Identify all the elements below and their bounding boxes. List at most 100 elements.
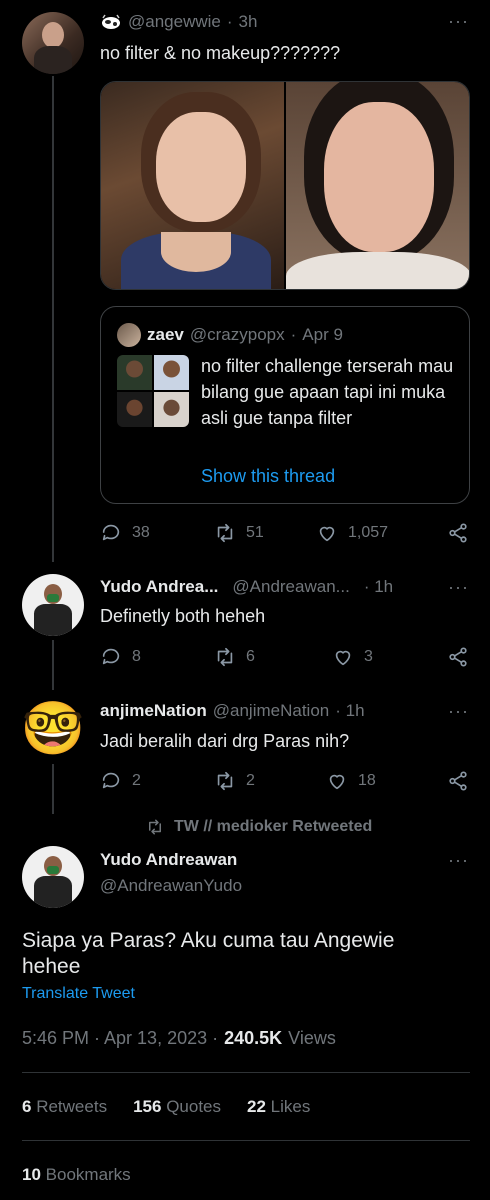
quotes-label: Quotes	[166, 1097, 221, 1116]
like-button[interactable]: 3	[332, 646, 373, 668]
share-button[interactable]	[447, 522, 469, 544]
main-timestamp[interactable]: 5:46 PM · Apr 13, 2023 ·	[22, 1028, 218, 1049]
reply-count: 8	[132, 648, 141, 665]
share-icon	[449, 523, 467, 543]
retweets-label: Retweets	[36, 1097, 108, 1116]
reply2-handle[interactable]: @anjimeNation	[213, 701, 329, 721]
retweeted-by-label: TW // medioker Retweeted	[174, 818, 373, 835]
like-count: 1,057	[348, 524, 389, 541]
reply1-handle[interactable]: @Andreawan...	[232, 577, 349, 597]
more-icon[interactable]: ···	[448, 851, 469, 869]
avatar-angewwie[interactable]	[22, 12, 84, 74]
share-button[interactable]	[447, 646, 469, 668]
heart-icon	[329, 774, 345, 790]
main-handle[interactable]: @AndreawanYudo	[100, 876, 242, 896]
reply1-time[interactable]: · 1h	[364, 577, 393, 597]
quote-name: zaev	[147, 325, 184, 344]
reply-button[interactable]: 38	[100, 522, 150, 544]
quote-date: Apr 9	[302, 325, 343, 344]
reply-button[interactable]: 2	[100, 770, 141, 792]
likes-label: Likes	[270, 1097, 311, 1116]
quote-avatar	[117, 323, 141, 347]
retweeted-by[interactable]: TW // medioker Retweeted	[146, 818, 372, 836]
reply1-name[interactable]: Yudo Andrea...	[100, 577, 218, 597]
thread-line	[52, 764, 54, 814]
reply-count: 2	[132, 772, 141, 789]
share-icon	[449, 647, 467, 667]
like-button[interactable]: 1,057	[316, 522, 388, 544]
quote-text: no filter challenge terserah mau bilang …	[201, 356, 454, 428]
quote-handle: @crazypopx	[189, 325, 285, 344]
reply1-text: Definetly both heheh	[100, 606, 266, 626]
avatar-yudo[interactable]	[22, 574, 84, 636]
reply1-header: Yudo Andrea... @Andreawan... · 1h	[100, 577, 393, 597]
reply2-text: Jadi beralih dari drg Paras nih?	[100, 731, 350, 751]
reply-count: 38	[132, 524, 150, 541]
like-button[interactable]: 18	[326, 770, 376, 792]
views-label[interactable]: Views	[288, 1028, 336, 1049]
cow-emoji-icon	[102, 14, 120, 29]
stats-row: 6 Retweets 156 Quotes 22 Likes	[22, 1097, 310, 1117]
like-count: 18	[358, 772, 376, 789]
quote-thumbnail	[117, 355, 189, 427]
retweet-button[interactable]: 2	[214, 770, 255, 792]
retweets-stat[interactable]: 6 Retweets	[22, 1097, 107, 1117]
nerd-face-emoji: 🤓	[22, 700, 84, 758]
quote-tweet[interactable]: zaev @crazypopx · Apr 9 no filter challe…	[100, 306, 470, 504]
retweet-icon	[217, 523, 233, 543]
more-icon[interactable]: ···	[448, 702, 469, 720]
main-name[interactable]: Yudo Andreawan	[100, 850, 237, 870]
heart-icon	[319, 526, 335, 542]
more-icon[interactable]: ···	[448, 12, 469, 30]
show-thread-link[interactable]: Show this thread	[201, 463, 335, 489]
separator: ·	[226, 12, 233, 31]
translate-tweet-link[interactable]: Translate Tweet	[22, 985, 135, 1003]
retweets-count: 6	[22, 1097, 32, 1116]
thread-line	[52, 640, 54, 690]
main-meta: 5:46 PM · Apr 13, 2023 · 240.5K Views	[22, 1028, 336, 1049]
tweet1-handle[interactable]: @angewwie	[128, 12, 221, 32]
share-button[interactable]	[447, 770, 469, 792]
tweet1-time[interactable]: 3h	[239, 12, 258, 32]
more-icon[interactable]: ···	[448, 578, 469, 596]
photo-left[interactable]	[101, 82, 284, 289]
avatar-yudo-main[interactable]	[22, 846, 84, 908]
retweet-button[interactable]: 6	[214, 646, 255, 668]
retweet-count: 51	[246, 524, 264, 541]
reply2-header: anjimeNation @anjimeNation · 1h	[100, 701, 365, 721]
reply2-time[interactable]: · 1h	[335, 701, 364, 721]
photo-right[interactable]	[286, 82, 469, 289]
likes-count: 22	[247, 1097, 266, 1116]
quotes-count: 156	[133, 1097, 162, 1116]
divider	[22, 1140, 470, 1141]
reply-button[interactable]: 8	[100, 646, 141, 668]
likes-stat[interactable]: 22 Likes	[247, 1097, 310, 1117]
tweet1-media[interactable]	[100, 81, 470, 290]
reply-icon	[102, 524, 120, 541]
retweet-count: 2	[246, 772, 255, 789]
quote-header: zaev @crazypopx · Apr 9	[117, 323, 343, 347]
retweet-count: 6	[246, 648, 255, 665]
bookmarks-count: 10	[22, 1165, 41, 1184]
main-text: Siapa ya Paras? Aku cuma tau Angewie heh…	[22, 929, 395, 978]
quotes-stat[interactable]: 156 Quotes	[133, 1097, 221, 1117]
avatar-anjimenation[interactable]: 🤓	[22, 698, 84, 760]
retweet-icon	[149, 819, 161, 835]
bookmarks-stat[interactable]: 10 Bookmarks	[22, 1165, 131, 1185]
retweet-icon	[217, 647, 233, 667]
reply-icon	[102, 648, 120, 665]
thread-line	[52, 76, 54, 562]
heart-icon	[335, 650, 351, 666]
tweet1-text: no filter & no makeup???????	[100, 43, 341, 63]
divider	[22, 1072, 470, 1073]
share-icon	[449, 771, 467, 791]
retweet-icon	[217, 771, 233, 791]
bookmarks-label: Bookmarks	[45, 1165, 131, 1184]
retweet-button[interactable]: 51	[214, 522, 264, 544]
separator: ·	[290, 325, 297, 344]
tweet1-header: @angewwie · 3h	[100, 12, 257, 32]
reply-icon	[102, 772, 120, 789]
views-count: 240.5K	[224, 1028, 283, 1048]
reply2-name[interactable]: anjimeNation	[100, 701, 207, 721]
like-count: 3	[364, 648, 373, 665]
